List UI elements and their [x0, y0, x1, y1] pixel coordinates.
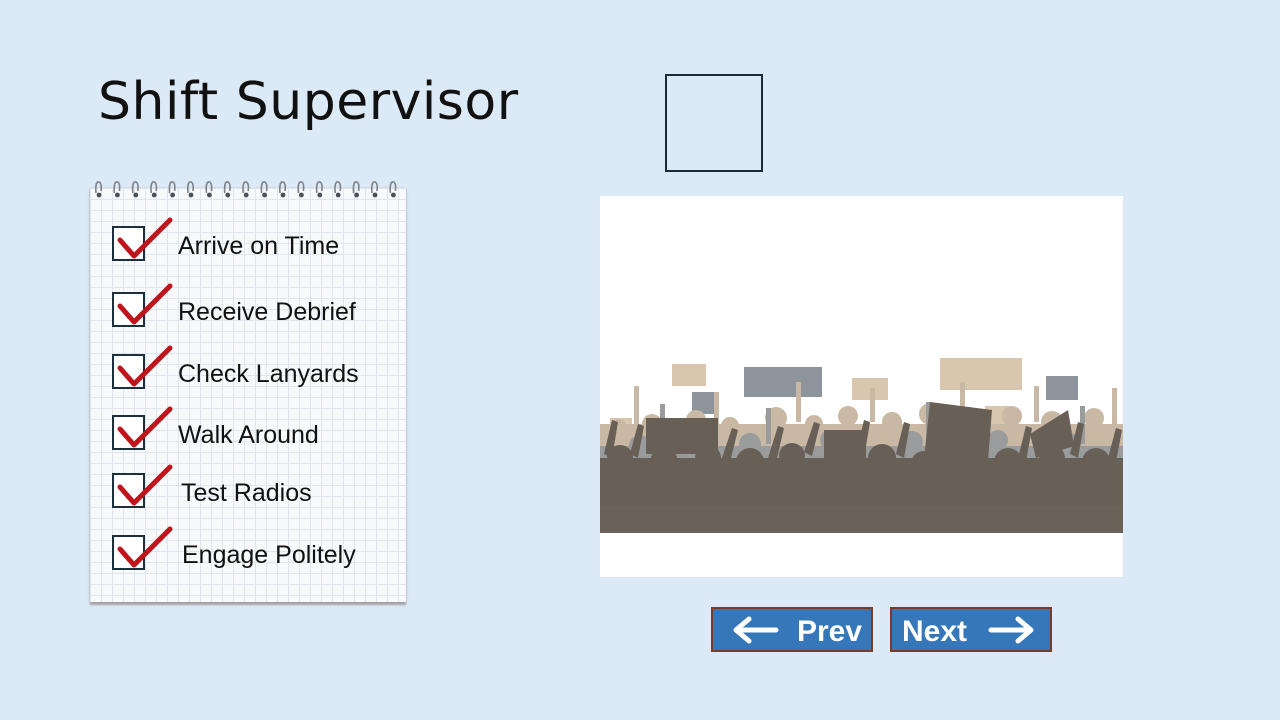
spiral-ring — [223, 181, 231, 198]
checkmark-icon — [117, 406, 173, 448]
empty-placeholder-box — [665, 74, 763, 172]
checklist-item-debrief: Receive Debrief — [112, 283, 402, 338]
spiral-ring — [334, 181, 342, 198]
checkmark-icon — [117, 283, 173, 325]
spiral-ring — [371, 181, 379, 198]
checklist-item-label: Engage Politely — [182, 541, 356, 569]
checklist-item-lanyards: Check Lanyards — [112, 345, 402, 400]
arrow-right-icon — [988, 616, 1034, 644]
checkmark-icon — [117, 464, 173, 506]
spiral-ring — [315, 181, 323, 198]
checklist-item-label: Test Radios — [181, 479, 312, 507]
checklist-item-label: Arrive on Time — [178, 232, 340, 260]
spiral-ring — [113, 181, 121, 198]
checkmark-icon — [117, 526, 173, 568]
spiral-ring — [205, 181, 213, 198]
checkmark-icon — [117, 217, 173, 259]
next-button-label: Next — [902, 615, 968, 648]
prev-button[interactable]: Prev — [711, 607, 873, 652]
checklist-item-radios: Test Radios — [112, 464, 402, 519]
checklist-item-arrive: Arrive on Time — [112, 217, 402, 272]
notepad-spiral-binding — [95, 181, 397, 198]
checklist-item-label: Check Lanyards — [178, 360, 359, 388]
checkmark-icon — [117, 345, 173, 387]
spiral-ring — [260, 181, 268, 198]
spiral-ring — [95, 181, 103, 198]
arrow-left-icon — [733, 616, 779, 644]
spiral-ring — [297, 181, 305, 198]
checklist-item-label: Walk Around — [178, 421, 319, 449]
slide-title: Shift Supervisor — [98, 72, 519, 132]
crowd-silhouette-illustration — [600, 358, 1123, 533]
protest-crowd-image — [600, 196, 1123, 577]
checklist-item-engage: Engage Politely — [112, 526, 402, 581]
spiral-ring — [168, 181, 176, 198]
prev-button-label: Prev — [797, 615, 863, 648]
spiral-ring — [242, 181, 250, 198]
next-button[interactable]: Next — [890, 607, 1052, 652]
spiral-ring — [150, 181, 158, 198]
checklist-item-walk: Walk Around — [112, 406, 402, 461]
spiral-ring — [131, 181, 139, 198]
checklist-item-label: Receive Debrief — [178, 298, 356, 326]
spiral-ring — [279, 181, 287, 198]
spiral-ring — [187, 181, 195, 198]
spiral-ring — [352, 181, 360, 198]
spiral-ring — [389, 181, 397, 198]
